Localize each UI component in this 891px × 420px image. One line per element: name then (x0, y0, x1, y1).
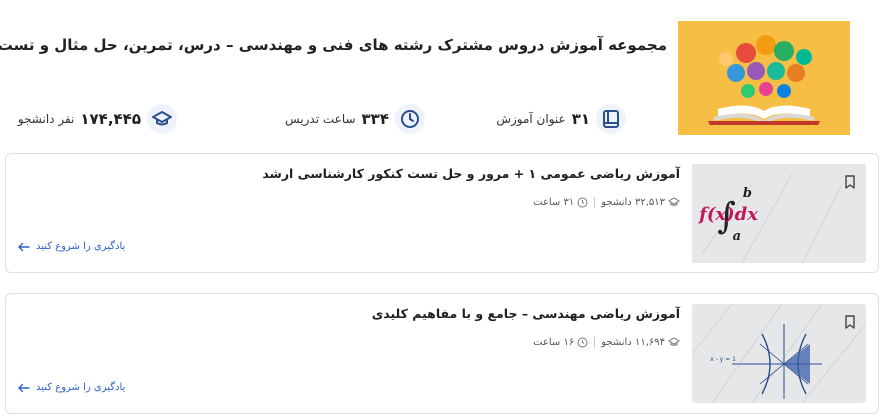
svg-text:b: b (743, 186, 752, 201)
course-meta: ۳۲,۵۱۳ دانشجو ۳۱ ساعت (533, 196, 680, 208)
arrow-left-icon (18, 242, 30, 251)
course-students-text: ۱۱,۶۹۴ دانشجو (601, 336, 665, 348)
book-icon (596, 104, 626, 134)
stat-hours-label: ساعت تدریس (284, 112, 356, 126)
meta-divider (594, 196, 596, 208)
svg-text:x - y = 1: x - y = 1 (710, 356, 736, 363)
bookmark-icon[interactable] (844, 314, 856, 333)
start-learning-label: یادگیری را شروع کنید (36, 241, 126, 252)
course-hours: ۱۶ ساعت (533, 337, 588, 348)
course-hours: ۳۱ ساعت (533, 197, 588, 208)
course-title[interactable]: آموزش ریاضی مهندسی – جامع و با مفاهیم کل… (372, 306, 680, 321)
course-title[interactable]: آموزش ریاضی عمومی ۱ + مرور و حل تست کنکو… (262, 166, 680, 181)
start-learning-link[interactable]: یادگیری را شروع کنید (18, 241, 125, 252)
stat-students-value: ۱۷۴,۴۴۵ (80, 110, 141, 128)
course-students-text: ۳۲,۵۱۳ دانشجو (601, 196, 665, 208)
bookmark-icon[interactable] (844, 174, 856, 193)
course-card[interactable]: x - y = 1 آموزش ریاضی مهندسی – جامع و با… (5, 293, 879, 414)
stat-courses-value: ۳۱ (571, 110, 590, 128)
graduation-cap-icon (147, 104, 177, 134)
course-thumbnail-integral[interactable]: ∫ b a f(x)dx (692, 164, 866, 263)
clock-icon (395, 104, 425, 134)
svg-text:f(x)dx: f(x)dx (697, 204, 758, 225)
collection-header: مجموعه آموزش دروس مشترک رشته های فنی و م… (0, 0, 891, 150)
meta-divider (594, 336, 596, 348)
course-students: ۳۲,۵۱۳ دانشجو (601, 196, 680, 208)
stat-courses: ۳۱ عنوان آموزش (496, 104, 626, 134)
svg-text:a: a (733, 229, 741, 244)
stat-hours-value: ۳۳۴ (361, 110, 389, 128)
stat-students: ۱۷۴,۴۴۵ نفر دانشجو (18, 104, 177, 134)
graduation-cap-icon (668, 197, 680, 206)
graduation-cap-icon (668, 337, 680, 346)
collection-stats: ۳۱ عنوان آموزش ۳۳۴ ساعت تدریس ۱۷۴,۴۴۵ نف… (0, 104, 891, 136)
clock-icon (577, 337, 588, 347)
page-title: مجموعه آموزش دروس مشترک رشته های فنی و م… (0, 36, 667, 54)
course-students: ۱۱,۶۹۴ دانشجو (601, 336, 680, 348)
course-hours-text: ۱۶ ساعت (533, 336, 575, 348)
course-card[interactable]: ∫ b a f(x)dx آموزش ریاضی عمومی ۱ + مرور … (5, 153, 879, 273)
stat-courses-label: عنوان آموزش (496, 112, 566, 126)
clock-icon (577, 197, 588, 207)
start-learning-label: یادگیری را شروع کنید (36, 382, 126, 393)
start-learning-link[interactable]: یادگیری را شروع کنید (18, 382, 125, 393)
course-thumbnail-graph[interactable]: x - y = 1 (692, 304, 866, 403)
stat-hours: ۳۳۴ ساعت تدریس (285, 104, 425, 134)
arrow-left-icon (18, 383, 30, 392)
stat-students-label: نفر دانشجو (17, 112, 75, 126)
course-meta: ۱۱,۶۹۴ دانشجو ۱۶ ساعت (533, 336, 680, 348)
course-hours-text: ۳۱ ساعت (533, 196, 575, 208)
